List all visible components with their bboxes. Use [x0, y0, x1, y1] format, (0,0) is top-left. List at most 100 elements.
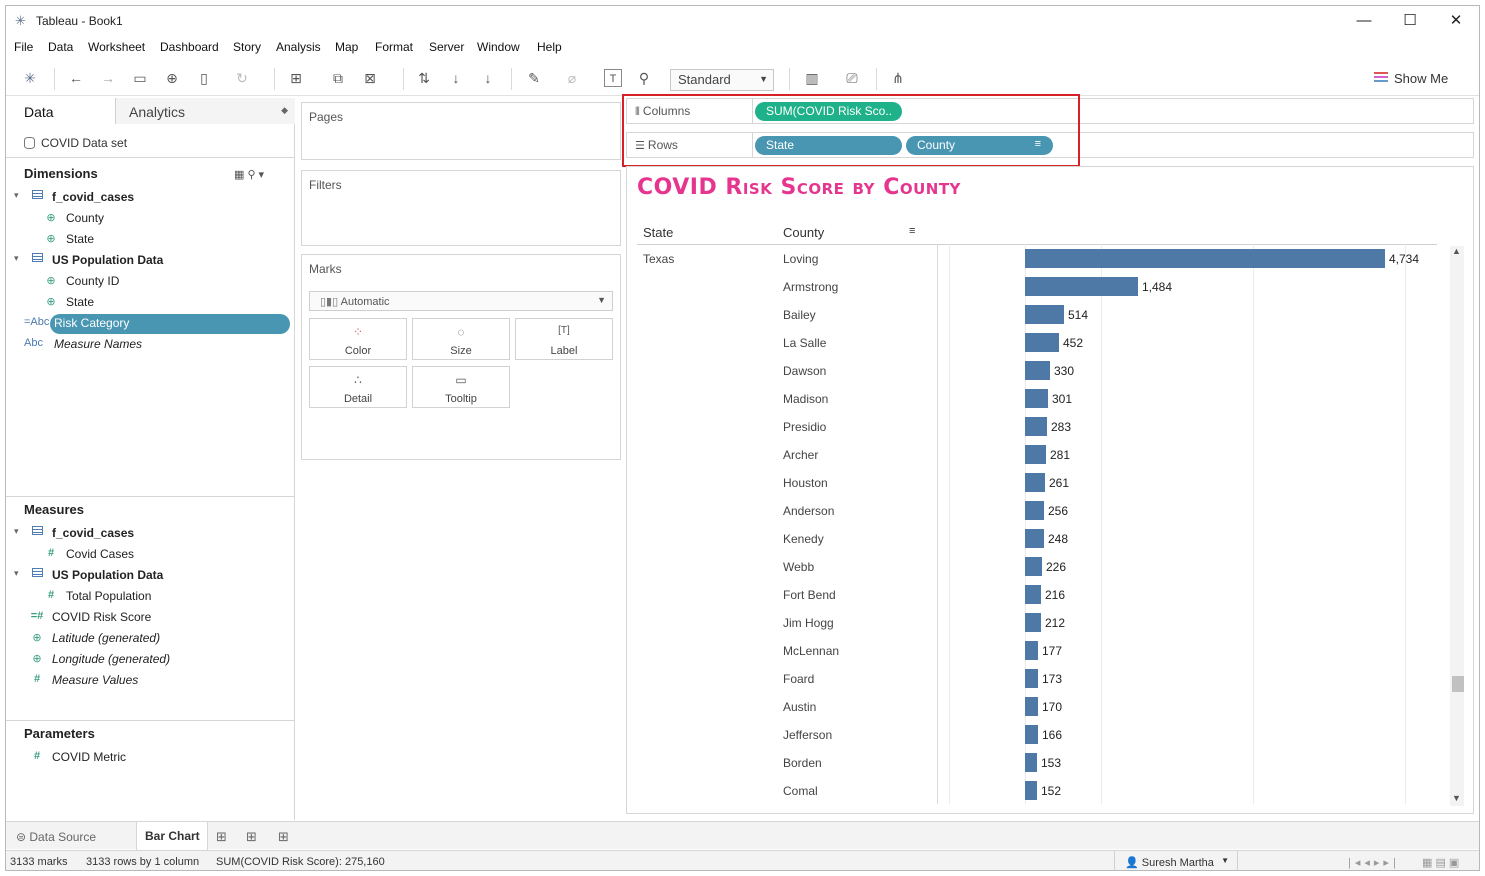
refresh-icon[interactable]: ↻: [232, 69, 252, 87]
tab-data[interactable]: Data: [6, 98, 116, 124]
county-label[interactable]: La Salle: [783, 336, 826, 350]
new-worksheet-icon[interactable]: ⊞: [286, 69, 306, 87]
bar-mark[interactable]: [1025, 389, 1048, 408]
pause-updates-icon[interactable]: ▯: [194, 69, 214, 87]
county-label[interactable]: Fort Bend: [783, 588, 836, 602]
close-button[interactable]: ✕: [1433, 10, 1479, 34]
new-datasource-icon[interactable]: ⊕: [162, 69, 182, 87]
menu-story[interactable]: Story: [233, 40, 261, 54]
color-button[interactable]: ⁘ Color: [309, 318, 407, 360]
county-label[interactable]: Presidio: [783, 420, 826, 434]
highlight-icon[interactable]: ✎: [524, 69, 544, 87]
menu-window[interactable]: Window: [477, 40, 520, 54]
maximize-button[interactable]: ☐: [1387, 10, 1433, 34]
user-menu[interactable]: 👤 Suresh Martha ▼: [1114, 851, 1238, 870]
show-me-button[interactable]: Show Me: [1374, 71, 1448, 86]
sheet-navigation-icons[interactable]: |◂◂▸▸|: [1348, 856, 1400, 869]
county-label[interactable]: Armstrong: [783, 280, 838, 294]
bar-mark[interactable]: [1025, 501, 1044, 520]
redo-icon[interactable]: →: [98, 69, 118, 87]
scroll-down-icon[interactable]: ▼: [1452, 793, 1461, 803]
new-story-icon[interactable]: ⊞: [278, 829, 289, 845]
dimensions-tools[interactable]: ▦ ⚲ ▾: [234, 168, 264, 181]
duplicate-sheet-icon[interactable]: ⧉: [328, 69, 348, 87]
county-label[interactable]: Jefferson: [783, 728, 832, 742]
bar-mark[interactable]: [1025, 585, 1041, 604]
menu-data[interactable]: Data: [48, 40, 73, 54]
header-county[interactable]: County: [783, 225, 824, 240]
menu-analysis[interactable]: Analysis: [276, 40, 321, 54]
minimize-button[interactable]: —: [1341, 10, 1387, 34]
share-icon[interactable]: ⋔: [888, 69, 908, 87]
bar-mark[interactable]: [1025, 669, 1038, 688]
presentation-mode-icon[interactable]: ⎚: [842, 69, 862, 87]
tab-analytics[interactable]: Analytics ◆: [116, 98, 295, 124]
show-cards-icon[interactable]: ▥: [802, 69, 822, 87]
sort-ascending-icon[interactable]: ↓: [446, 69, 466, 87]
county-label[interactable]: Webb: [783, 560, 814, 574]
vertical-scrollbar[interactable]: [1450, 246, 1464, 806]
scroll-up-icon[interactable]: ▲: [1452, 246, 1461, 256]
bar-mark[interactable]: [1025, 641, 1038, 660]
tooltip-button[interactable]: ▭ Tooltip: [412, 366, 510, 408]
bar-mark[interactable]: [1025, 333, 1059, 352]
new-dashboard-icon[interactable]: ⊞: [246, 829, 257, 845]
size-button[interactable]: ◌ Size: [412, 318, 510, 360]
detail-button[interactable]: ∴ Detail: [309, 366, 407, 408]
show-mark-labels-icon[interactable]: T: [604, 69, 622, 87]
fit-dropdown[interactable]: Standard ▼: [670, 69, 774, 91]
state-label-texas[interactable]: Texas: [643, 252, 674, 266]
county-label[interactable]: Dawson: [783, 364, 826, 378]
swap-rows-columns-icon[interactable]: ⇅: [414, 69, 434, 87]
tableau-home-icon[interactable]: ✳: [20, 69, 40, 87]
menu-file[interactable]: File: [14, 40, 33, 54]
bar-mark[interactable]: [1025, 725, 1038, 744]
view-mode-icons[interactable]: ▦ ▤ ▣: [1422, 856, 1459, 869]
county-label[interactable]: Kenedy: [783, 532, 824, 546]
menu-server[interactable]: Server: [429, 40, 464, 54]
data-source-tab[interactable]: ⊜ Data Source: [16, 830, 96, 844]
menu-help[interactable]: Help: [537, 40, 562, 54]
bar-mark[interactable]: [1025, 249, 1385, 268]
sort-icon[interactable]: ≡: [909, 225, 915, 237]
county-label[interactable]: Comal: [783, 784, 818, 798]
datasource-item[interactable]: COVID Data set: [24, 136, 127, 150]
filters-card[interactable]: Filters: [301, 170, 621, 246]
bar-mark[interactable]: [1025, 557, 1042, 576]
county-label[interactable]: Austin: [783, 700, 816, 714]
bar-mark[interactable]: [1025, 445, 1046, 464]
bar-mark[interactable]: [1025, 613, 1041, 632]
label-button[interactable]: [T] Label: [515, 318, 613, 360]
bar-mark[interactable]: [1025, 781, 1037, 800]
bar-mark[interactable]: [1025, 697, 1038, 716]
scrollbar-thumb[interactable]: [1452, 676, 1464, 692]
menu-map[interactable]: Map: [335, 40, 358, 54]
bar-mark[interactable]: [1025, 361, 1050, 380]
new-worksheet-icon[interactable]: ⊞: [216, 829, 227, 845]
bar-mark[interactable]: [1025, 529, 1044, 548]
county-label[interactable]: Anderson: [783, 504, 834, 518]
save-icon[interactable]: ▭: [130, 69, 150, 87]
bar-mark[interactable]: [1025, 473, 1045, 492]
bar-mark[interactable]: [1025, 277, 1138, 296]
menu-dashboard[interactable]: Dashboard: [160, 40, 219, 54]
clear-sheet-icon[interactable]: ⊠: [360, 69, 380, 87]
bar-mark[interactable]: [1025, 305, 1064, 324]
county-label[interactable]: Bailey: [783, 308, 816, 322]
menu-format[interactable]: Format: [375, 40, 413, 54]
sheet-tab-bar-chart[interactable]: Bar Chart: [136, 822, 208, 850]
bar-mark[interactable]: [1025, 417, 1047, 436]
undo-icon[interactable]: ←: [66, 69, 86, 87]
menu-worksheet[interactable]: Worksheet: [88, 40, 145, 54]
header-state[interactable]: State: [643, 225, 673, 240]
pages-card[interactable]: Pages: [301, 102, 621, 160]
county-label[interactable]: Borden: [783, 756, 822, 770]
pin-icon[interactable]: ⚲: [634, 69, 654, 87]
bar-mark[interactable]: [1025, 753, 1037, 772]
county-label[interactable]: Foard: [783, 672, 814, 686]
county-label[interactable]: Loving: [783, 252, 818, 266]
county-label[interactable]: Houston: [783, 476, 828, 490]
mark-type-dropdown[interactable]: ▯▮▯ Automatic ▼: [309, 291, 613, 311]
county-label[interactable]: Archer: [783, 448, 818, 462]
county-label[interactable]: Jim Hogg: [783, 616, 834, 630]
